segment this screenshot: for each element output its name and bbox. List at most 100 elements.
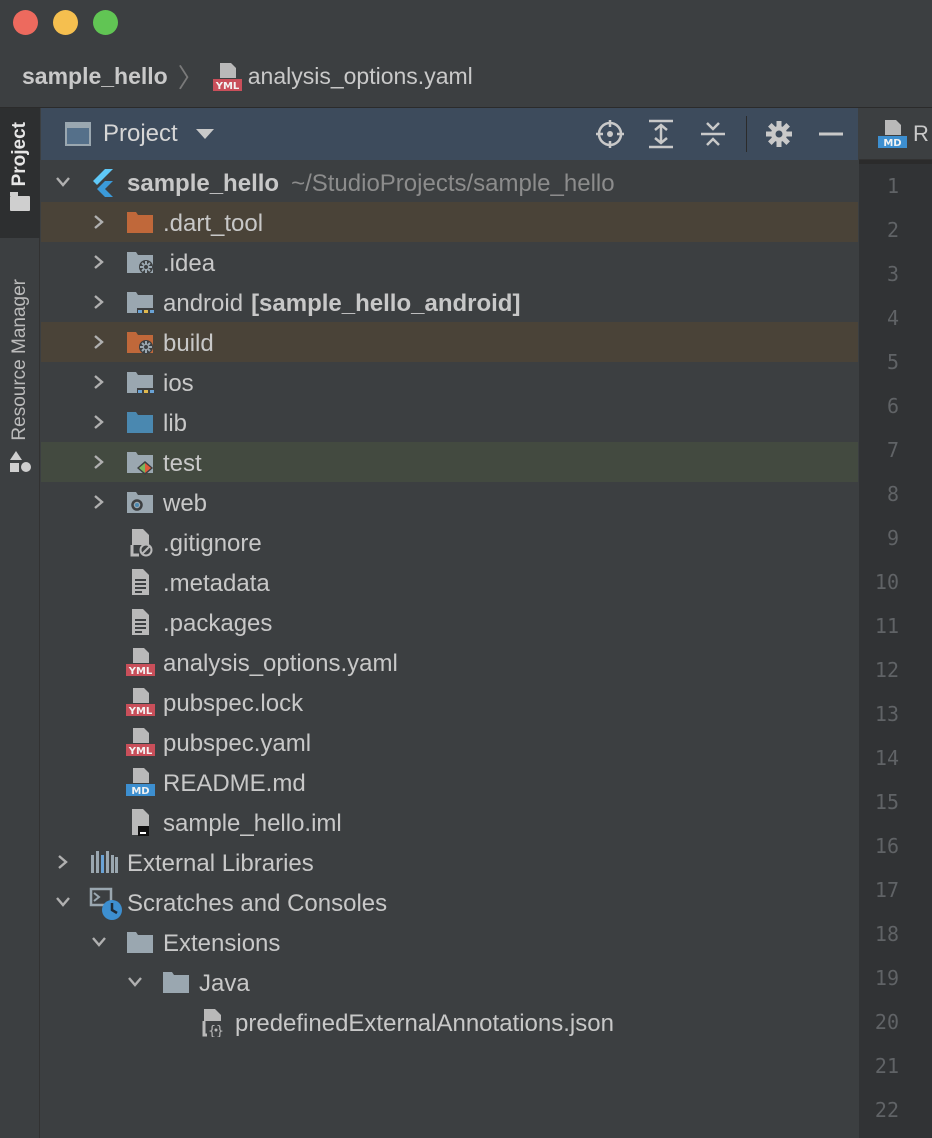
line-number: 16	[874, 834, 899, 858]
line-number: 6	[886, 394, 899, 418]
options-button[interactable]	[763, 118, 795, 150]
chevron-right-icon[interactable]	[91, 294, 107, 310]
folder-blue-icon	[125, 407, 155, 437]
project-panel-header: Project	[41, 108, 858, 160]
svg-text:YML: YML	[128, 666, 153, 677]
resource-manager-tool-button[interactable]: Resource Manager	[0, 273, 40, 513]
folder-orange-settings-icon	[125, 327, 155, 357]
tree-item[interactable]: .gitignore	[41, 522, 858, 562]
line-number: 18	[874, 922, 899, 946]
tree-item[interactable]: .idea	[41, 242, 858, 282]
tree-item-name: sample_hello.iml	[163, 810, 342, 837]
project-tool-button[interactable]: Project	[0, 108, 40, 238]
tree-item-name: sample_hello	[127, 170, 280, 197]
line-number: 8	[886, 482, 899, 506]
tree-item-name: pubspec.lock	[163, 690, 304, 717]
tree-item-label: README.md	[163, 770, 306, 798]
line-number: 10	[874, 570, 899, 594]
locate-button[interactable]	[594, 118, 626, 150]
tree-item[interactable]: .metadata	[41, 562, 858, 602]
tree-item[interactable]: test	[41, 442, 858, 482]
tree-item[interactable]: {} predefinedExternalAnnotations.json	[41, 1002, 858, 1042]
tree-item[interactable]: Java	[41, 962, 858, 1002]
tree-item[interactable]: MD README.md	[41, 762, 858, 802]
editor-tab-label: R	[913, 120, 929, 146]
tree-item-name: .gitignore	[163, 530, 262, 557]
expand-all-button[interactable]	[645, 118, 677, 150]
tree-item-label: android [sample_hello_android]	[163, 290, 520, 318]
tree-item[interactable]: build	[41, 322, 858, 362]
minimize-icon	[819, 132, 843, 136]
chevron-right-icon[interactable]	[91, 334, 107, 350]
svg-text:YML: YML	[128, 746, 153, 757]
line-number: 3	[886, 262, 899, 286]
project-panel: Project sample_hello ~/StudioProjects/sa…	[41, 108, 858, 1138]
line-number: 4	[886, 306, 899, 330]
tree-item-name: .dart_tool	[163, 210, 264, 237]
tree-item-name: web	[163, 490, 208, 517]
chevron-right-icon[interactable]	[91, 254, 107, 270]
chevron-right-icon[interactable]	[91, 454, 107, 470]
tree-item-label: build	[163, 330, 214, 358]
line-number: 21	[874, 1054, 899, 1078]
breadcrumb-project[interactable]: sample_hello	[22, 63, 168, 90]
folder-test-icon	[125, 447, 155, 477]
collapse-all-button[interactable]	[697, 118, 729, 150]
file-iml-icon	[125, 807, 155, 837]
chevron-right-icon[interactable]	[91, 414, 107, 430]
tree-item[interactable]: YML pubspec.yaml	[41, 722, 858, 762]
breadcrumb-file[interactable]: analysis_options.yaml	[248, 63, 473, 90]
tree-item[interactable]: lib	[41, 402, 858, 442]
tree-item-label: External Libraries	[127, 850, 314, 878]
tree-item[interactable]: YML analysis_options.yaml	[41, 642, 858, 682]
tree-item[interactable]: sample_hello ~/StudioProjects/sample_hell…	[41, 162, 858, 202]
folder-module-icon	[125, 287, 155, 317]
editor-tab-readme[interactable]: MD R	[859, 108, 932, 160]
tree-item-label: web	[163, 490, 207, 518]
chevron-down-icon[interactable]	[55, 894, 71, 910]
chevron-down-icon[interactable]	[91, 934, 107, 950]
tree-item-label: .packages	[163, 610, 272, 638]
tree-item[interactable]: ios	[41, 362, 858, 402]
folder-gray-icon	[161, 967, 191, 997]
chevron-down-icon[interactable]	[127, 974, 143, 990]
tree-item[interactable]: YML pubspec.lock	[41, 682, 858, 722]
tree-item-name: build	[163, 330, 214, 357]
tree-item-label: Scratches and Consoles	[127, 890, 387, 918]
tree-item[interactable]: android [sample_hello_android]	[41, 282, 858, 322]
tree-item-label: predefinedExternalAnnotations.json	[235, 1010, 614, 1038]
project-view-selector[interactable]: Project	[103, 120, 178, 148]
tree-item[interactable]: Extensions	[41, 922, 858, 962]
hide-panel-button[interactable]	[815, 118, 847, 150]
tree-item-label: pubspec.lock	[163, 690, 303, 718]
tree-item-name: .packages	[163, 610, 273, 637]
folder-orange-icon	[125, 207, 155, 237]
tree-item[interactable]: sample_hello.iml	[41, 802, 858, 842]
minimize-window-button[interactable]	[53, 10, 78, 35]
file-ignore-icon	[125, 527, 155, 557]
chevron-down-icon[interactable]	[195, 129, 214, 139]
line-number: 20	[874, 1010, 899, 1034]
project-view-icon	[65, 122, 91, 146]
chevron-down-icon[interactable]	[55, 174, 71, 190]
tree-item[interactable]: .packages	[41, 602, 858, 642]
line-number: 19	[874, 966, 899, 990]
tree-item[interactable]: web	[41, 482, 858, 522]
tree-item-name: analysis_options.yaml	[163, 650, 398, 677]
chevron-right-icon[interactable]	[55, 854, 71, 870]
file-text-icon	[125, 567, 155, 597]
line-number: 14	[874, 746, 899, 770]
close-window-button[interactable]	[13, 10, 38, 35]
tree-item[interactable]: Scratches and Consoles	[41, 882, 858, 922]
chevron-right-icon[interactable]	[91, 494, 107, 510]
file-text-icon	[125, 607, 155, 637]
tree-item[interactable]: .dart_tool	[41, 202, 858, 242]
zoom-window-button[interactable]	[93, 10, 118, 35]
yml-file-icon: YML	[212, 62, 242, 92]
chevron-right-icon[interactable]	[91, 374, 107, 390]
tree-item[interactable]: External Libraries	[41, 842, 858, 882]
line-number: 17	[874, 878, 899, 902]
chevron-right-icon[interactable]	[91, 214, 107, 230]
yml-badge: YML	[214, 81, 239, 92]
tree-item-name: .idea	[163, 250, 216, 277]
